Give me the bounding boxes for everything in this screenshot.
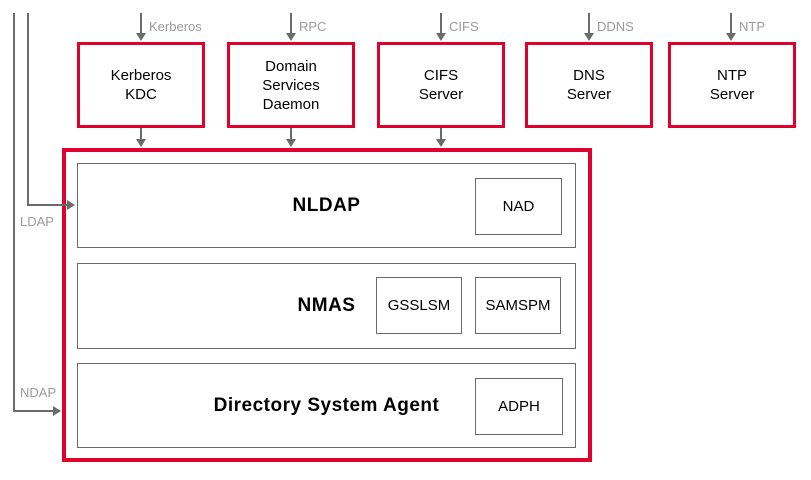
ntp-protocol-line xyxy=(730,13,732,34)
ntp-protocol-label: NTP xyxy=(739,19,765,34)
label-line: Kerberos xyxy=(110,67,172,84)
label-line: KDC xyxy=(125,86,157,103)
ddns-protocol-arrowhead-icon xyxy=(584,33,594,41)
module-nad: NAD xyxy=(475,178,562,235)
box-dns-server: DNS Server xyxy=(525,42,653,128)
module-adph: ADPH xyxy=(475,378,563,435)
ndap-flow-label: NDAP xyxy=(20,385,57,400)
ndap-flow-line-vertical xyxy=(13,13,15,412)
label-line: Server xyxy=(709,86,755,103)
box-ntp-server-label: NTP Server xyxy=(710,66,754,104)
ndap-flow-line-horizontal xyxy=(13,410,54,412)
rpc-protocol-label: RPC xyxy=(299,19,327,34)
cifs-protocol-arrowhead-icon xyxy=(436,33,446,41)
label-line: Services xyxy=(262,76,320,94)
ldap-flow-line-vertical xyxy=(27,13,29,206)
label-line: Server xyxy=(418,86,464,103)
row-nmas-title: NMAS xyxy=(297,295,356,316)
box-dns-server-label: DNS Server xyxy=(567,66,611,104)
module-adph-label: ADPH xyxy=(498,398,540,415)
ndap-arrowhead-icon xyxy=(53,406,61,416)
cifs-protocol-line xyxy=(440,13,442,34)
label-line: Daemon xyxy=(262,95,320,113)
kerberos-protocol-label: Kerberos xyxy=(149,19,202,34)
label-line: NTP xyxy=(717,67,747,84)
label-line: DNS xyxy=(573,67,605,84)
ntp-protocol-arrowhead-icon xyxy=(726,33,736,41)
box-domain-services-daemon: Domain Services Daemon xyxy=(227,42,355,128)
kerberos-kdc-to-stack-arrowhead-icon xyxy=(136,139,146,147)
box-cifs-server: CIFS Server xyxy=(377,42,505,128)
module-gsslsm: GSSLSM xyxy=(376,277,462,334)
row-nldap-title: NLDAP xyxy=(292,194,361,216)
domain-services-daemon-to-stack-arrowhead-icon xyxy=(286,139,296,147)
rpc-protocol-arrowhead-icon xyxy=(286,33,296,41)
box-kerberos-kdc-label: Kerberos KDC xyxy=(111,66,172,104)
box-kerberos-kdc: Kerberos KDC xyxy=(77,42,205,128)
rpc-protocol-line xyxy=(290,13,292,34)
box-ntp-server: NTP Server xyxy=(668,42,796,128)
ldap-flow-label: LDAP xyxy=(20,214,54,229)
kerberos-protocol-line xyxy=(140,13,142,34)
box-cifs-server-label: CIFS Server xyxy=(419,66,463,104)
ldap-flow-line-horizontal xyxy=(27,204,68,206)
ddns-protocol-line xyxy=(588,13,590,34)
label-line: Domain xyxy=(265,57,317,75)
box-domain-services-daemon-label: Domain Services Daemon xyxy=(262,57,320,114)
cifs-protocol-label: CIFS xyxy=(449,19,479,34)
cifs-server-to-stack-arrowhead-icon xyxy=(436,139,446,147)
ddns-protocol-label: DDNS xyxy=(597,19,634,34)
module-gsslsm-label: GSSLSM xyxy=(387,297,451,314)
kerberos-protocol-arrowhead-icon xyxy=(136,33,146,41)
label-line: CIFS xyxy=(423,67,459,84)
label-line: Server xyxy=(566,86,612,103)
architecture-diagram: LDAP NDAP Kerberos RPC CIFS DDNS NTP Ker… xyxy=(0,0,811,480)
row-directory-system-agent-title: Directory System Agent xyxy=(213,394,440,416)
module-nad-label: NAD xyxy=(502,198,535,215)
module-samspm-label: SAMSPM xyxy=(485,297,551,314)
ldap-arrowhead-icon xyxy=(67,200,75,210)
module-samspm: SAMSPM xyxy=(475,277,561,334)
